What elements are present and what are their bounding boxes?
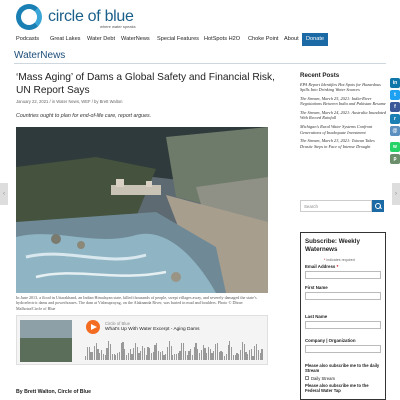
subscribe-heading: Subscribe: Weekly Waternews	[305, 238, 360, 253]
recent-posts-list: EPA Report Identifies Hot Spots for Haza…	[300, 82, 386, 152]
article-lede: Countries ought to plan for end-of-life …	[16, 113, 152, 119]
facebook-icon[interactable]: f	[390, 102, 400, 112]
soundcloud-player: Circle of Blue What's Up With Water Exce…	[16, 315, 268, 365]
last-name-field[interactable]	[305, 321, 381, 329]
company-label: Company | Organization	[305, 338, 356, 343]
section-title: WaterNews	[14, 50, 66, 61]
recent-post-link[interactable]: EPA Report Identifies Hot Spots for Haza…	[300, 82, 386, 93]
next-arrow-icon[interactable]: ›	[392, 183, 400, 205]
recent-posts-heading: Recent Posts	[300, 72, 340, 79]
email-icon[interactable]: @	[390, 126, 400, 136]
search-icon[interactable]	[372, 200, 384, 212]
whatsapp-icon[interactable]: w	[390, 142, 400, 152]
photo-caption: In June 2013, a flood in Uttarakhand, an…	[16, 295, 257, 311]
recent-post-link[interactable]: Michigan's Rural Water Systems Confront …	[300, 124, 386, 135]
player-track-title[interactable]: What's Up With Water Excerpt - Aging Dam…	[105, 327, 200, 332]
nav-item-special-features[interactable]: Special Features	[157, 36, 199, 42]
main-nav: Podcasts Great Lakes Water Debt WaterNew…	[0, 33, 400, 46]
article-title: ‘Mass Aging’ of Dams a Global Safety and…	[16, 72, 275, 96]
company-field[interactable]	[305, 345, 381, 353]
nav-item-choke-point[interactable]: Choke Point	[248, 36, 278, 42]
article-meta: January 22, 2021 / in Water News, WEF / …	[16, 99, 123, 104]
linkedin-icon[interactable]: in	[390, 78, 400, 88]
first-name-label: First Name	[305, 285, 328, 290]
email-label: Email Address *	[305, 264, 339, 269]
reddit-icon[interactable]: r	[390, 114, 400, 124]
daily-stream-prompt: Please also subscribe me to the daily St…	[305, 363, 380, 374]
site-header: circle of blue where water speaks Podcas…	[0, 0, 400, 46]
nav-item-hotspots-h2o[interactable]: HotSpots H2O	[204, 36, 240, 42]
circle-of-blue-logo-icon[interactable]	[16, 4, 42, 30]
nav-item-waternews[interactable]: WaterNews	[121, 36, 150, 42]
waveform-bar	[261, 348, 263, 360]
recent-post-link[interactable]: The Stream, March 24, 2021: Australia In…	[300, 110, 386, 121]
email-field[interactable]	[305, 271, 381, 279]
daily-stream-checkbox[interactable]	[305, 376, 309, 380]
player-thumbnail	[20, 320, 72, 362]
player-waveform[interactable]	[85, 338, 265, 360]
search-input[interactable]: Search	[300, 200, 372, 212]
recent-post-link[interactable]: The Stream, March 23, 2021: Taiwan Takes…	[300, 138, 386, 149]
player-user[interactable]: Circle of Blue	[105, 321, 130, 326]
twitter-icon[interactable]: t	[390, 90, 400, 100]
site-tagline: where water speaks	[100, 24, 136, 29]
federal-water-tap-prompt: Please also subscribe me to the Federal …	[305, 383, 369, 394]
play-icon[interactable]	[86, 320, 100, 334]
first-name-field[interactable]	[305, 292, 381, 300]
section-divider	[14, 63, 386, 64]
last-name-label: Last Name	[305, 314, 328, 319]
article-hero-photo	[16, 127, 268, 293]
required-note: * indicates required	[324, 258, 355, 262]
nav-item-great-lakes[interactable]: Great Lakes	[50, 36, 80, 42]
nav-item-water-debt[interactable]: Water Debt	[87, 36, 115, 42]
print-icon[interactable]: p	[390, 154, 400, 164]
daily-stream-label[interactable]: Daily Stream	[311, 376, 335, 381]
donate-button[interactable]: Donate	[302, 33, 328, 46]
nav-item-about[interactable]: About	[284, 36, 299, 42]
nav-item-podcasts[interactable]: Podcasts	[16, 36, 39, 42]
article-byline: By Brett Walton, Circle of Blue	[16, 389, 92, 395]
prev-arrow-icon[interactable]: ‹	[0, 183, 8, 205]
recent-post-link[interactable]: The Stream, March 25, 2021: India-River …	[300, 96, 386, 107]
